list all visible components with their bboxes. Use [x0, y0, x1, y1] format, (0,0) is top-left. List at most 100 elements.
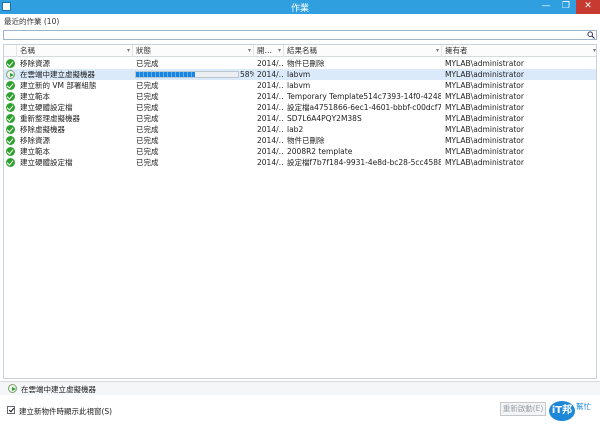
- cell-owner: MYLAB\administrator: [445, 59, 524, 68]
- column-header-result[interactable]: 結果名稱 ▾: [284, 45, 442, 57]
- table-row[interactable]: 在雲端中建立虛擬機器 58%2014/…labvm MYLAB\administra…: [4, 69, 596, 80]
- cell-result: labvm: [287, 70, 311, 79]
- show-window-checkbox[interactable]: [7, 406, 15, 414]
- search-icon[interactable]: [587, 31, 595, 39]
- progress-bar: [135, 71, 239, 78]
- maximize-button[interactable]: ❐: [556, 0, 576, 14]
- cell-name: 建立硬體設定檔: [20, 103, 73, 112]
- table-row[interactable]: 移除資源 已完成 2014/… 物件已刪除 MYLAB\administrator: [4, 135, 596, 146]
- cell-status: 已完成: [136, 114, 159, 123]
- table-row[interactable]: 建立範本 已完成 2014/… 2008R2 template MYLAB\admini…: [4, 146, 596, 157]
- current-job-name[interactable]: 在雲端中建立虛擬機器: [21, 384, 96, 395]
- cell-start: 2014/…: [257, 114, 284, 123]
- completed-check-icon: [6, 92, 15, 101]
- table-row[interactable]: 重新整理虛擬機器 已完成 2014/… SD7L6A4PQY2M38S MYLAB\ad…: [4, 113, 596, 124]
- cell-status: 已完成: [136, 125, 159, 134]
- table-row[interactable]: 建立硬體設定檔 已完成 2014/… 設定檔f7b7f184-9931-4e8d-bc…: [4, 157, 596, 168]
- jobs-table: 名稱 ▾ 狀態 ▾ 開… ▾ 結果名稱 ▾ 擁有者 ▾ 移除資源 已完成 2014/… 物件已刪…: [3, 44, 597, 379]
- cell-name: 建立新的 VM 部署組態: [20, 81, 97, 90]
- cell-owner: MYLAB\administrator: [445, 70, 524, 79]
- cell-status: 已完成: [136, 103, 159, 112]
- completed-check-icon: [6, 125, 15, 134]
- cell-start: 2014/…: [257, 81, 284, 90]
- cell-owner: MYLAB\administrator: [445, 81, 524, 90]
- cell-result: SD7L6A4PQY2M38S: [287, 114, 362, 123]
- table-row[interactable]: 建立新的 VM 部署組態 已完成 2014/… labvm MYLAB\administ…: [4, 80, 596, 91]
- table-row[interactable]: 建立範本 已完成 2014/… Temporary Template514c7393-…: [4, 91, 596, 102]
- cell-start: 2014/…: [257, 92, 284, 101]
- cell-result: 物件已刪除: [287, 136, 325, 145]
- column-header-name[interactable]: 名稱 ▾: [17, 45, 133, 57]
- cell-result: 2008R2 template: [287, 147, 353, 156]
- completed-check-icon: [6, 147, 15, 156]
- cell-name: 在雲端中建立虛擬機器: [20, 70, 95, 79]
- search-input[interactable]: [3, 30, 597, 40]
- ithome-logo: iT邦 幫忙: [549, 400, 599, 422]
- completed-check-icon: [6, 114, 15, 123]
- cell-result: 設定檔f7b7f184-9931-4e8d-bc28-5cc4588a4…: [287, 158, 441, 167]
- minimize-button[interactable]: —: [536, 0, 556, 14]
- show-window-label[interactable]: 建立新物件時顯示此視窗(S): [19, 406, 112, 417]
- chevron-down-icon[interactable]: ▾: [593, 45, 596, 56]
- cell-owner: MYLAB\administrator: [445, 92, 524, 101]
- status-icon-column: [4, 45, 17, 57]
- chevron-down-icon[interactable]: ▾: [248, 45, 251, 56]
- running-icon: [8, 384, 17, 393]
- completed-check-icon: [6, 136, 15, 145]
- cell-result: lab2: [287, 125, 304, 134]
- progress-percent: 58%: [240, 70, 254, 79]
- chevron-down-icon[interactable]: ▾: [436, 45, 439, 56]
- cell-result: 設定檔a4751866-6ec1-4601-bbbf-c00dcf755…: [287, 103, 441, 112]
- cell-status: 已完成: [136, 59, 159, 68]
- cell-name: 移除虛擬機器: [20, 125, 65, 134]
- cell-name: 重新整理虛擬機器: [20, 114, 80, 123]
- table-row[interactable]: 移除資源 已完成 2014/… 物件已刪除 MYLAB\administrator: [4, 58, 596, 69]
- cell-name: 移除資源: [20, 59, 50, 68]
- cell-start: 2014/…: [257, 125, 284, 134]
- table-header: 名稱 ▾ 狀態 ▾ 開… ▾ 結果名稱 ▾ 擁有者 ▾: [4, 45, 596, 57]
- table-row[interactable]: 移除虛擬機器 已完成 2014/… lab2 MYLAB\administrator: [4, 124, 596, 135]
- cell-result: labvm: [287, 81, 311, 90]
- title-bar: 作業 — ❐ ✕: [0, 0, 600, 14]
- window-title: 作業: [290, 4, 309, 14]
- close-button[interactable]: ✕: [576, 0, 600, 14]
- cell-start: 2014/…: [257, 103, 284, 112]
- cell-owner: MYLAB\administrator: [445, 147, 524, 156]
- column-header-start[interactable]: 開… ▾: [254, 45, 284, 57]
- completed-check-icon: [6, 59, 15, 68]
- recent-jobs-header: 最近的作業 (10): [4, 17, 60, 26]
- cell-owner: MYLAB\administrator: [445, 158, 524, 167]
- cell-name: 建立範本: [20, 92, 50, 101]
- cell-start: 2014/…: [257, 147, 284, 156]
- restart-button[interactable]: 重新啟動(E): [500, 402, 546, 416]
- completed-check-icon: [6, 103, 15, 112]
- cell-start: 2014/…: [257, 158, 284, 167]
- logo-mark: iT邦: [549, 401, 575, 421]
- cell-status: 已完成: [136, 92, 159, 101]
- cell-name: 建立硬體設定檔: [20, 158, 73, 167]
- cell-owner: MYLAB\administrator: [445, 103, 524, 112]
- completed-check-icon: [6, 81, 15, 90]
- completed-check-icon: [6, 158, 15, 167]
- logo-text: 幫忙: [576, 402, 591, 411]
- column-header-owner[interactable]: 擁有者 ▾: [442, 45, 596, 57]
- cell-start: 2014/…: [257, 59, 284, 68]
- column-header-status[interactable]: 狀態 ▾: [133, 45, 254, 57]
- cell-owner: MYLAB\administrator: [445, 125, 524, 134]
- cell-start: 2014/…: [257, 136, 284, 145]
- cell-status: 已完成: [136, 81, 159, 90]
- cell-owner: MYLAB\administrator: [445, 114, 524, 123]
- cell-status: 已完成: [136, 147, 159, 156]
- running-icon: [6, 70, 15, 79]
- chevron-down-icon[interactable]: ▾: [278, 45, 281, 56]
- chevron-down-icon[interactable]: ▾: [127, 45, 130, 56]
- cell-result: Temporary Template514c7393-14f0-4248-9e…: [287, 92, 441, 101]
- cell-name: 移除資源: [20, 136, 50, 145]
- current-job-bar: 在雲端中建立虛擬機器: [0, 381, 600, 395]
- cell-result: 物件已刪除: [287, 59, 325, 68]
- cell-name: 建立範本: [20, 147, 50, 156]
- cell-status: 已完成: [136, 136, 159, 145]
- cell-owner: MYLAB\administrator: [445, 136, 524, 145]
- cell-start: 2014/…: [257, 70, 284, 79]
- table-row[interactable]: 建立硬體設定檔 已完成 2014/… 設定檔a4751866-6ec1-4601-bb…: [4, 102, 596, 113]
